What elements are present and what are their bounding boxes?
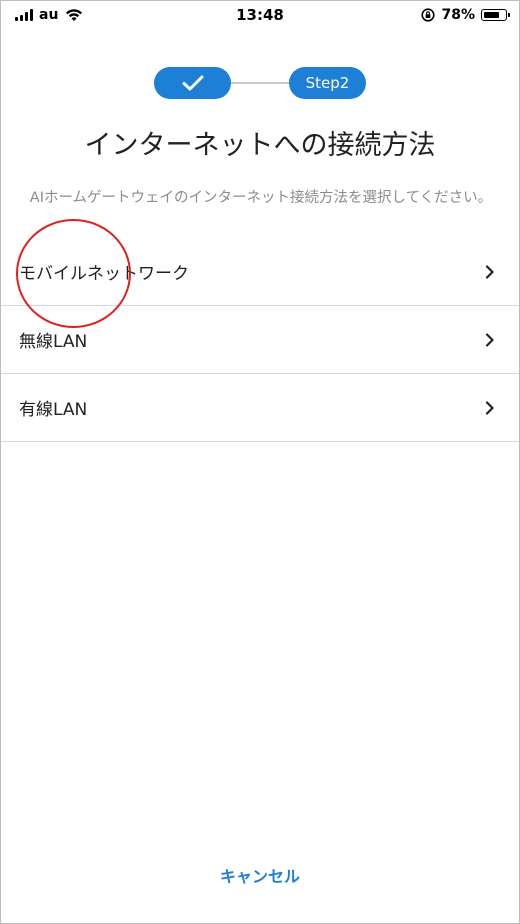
battery-level-fill (483, 11, 500, 18)
cancel-button[interactable]: キャンセル (1, 863, 519, 887)
chevron-right-icon (485, 332, 494, 347)
rotation-lock-icon (421, 8, 436, 22)
chevron-right-icon (485, 264, 494, 279)
checkmark-icon (182, 75, 203, 91)
page-title: インターネットへの接続方法 (84, 130, 436, 161)
status-right: 78% (421, 7, 510, 23)
chevron-right-icon (485, 400, 494, 415)
step2-pill: Step2 (289, 67, 366, 99)
page-description: AIホームゲートウェイのインターネット接続方法を選択してください。 (29, 190, 493, 206)
stepper-connector (230, 82, 290, 84)
option-wired-lan[interactable]: 有線LAN (1, 374, 519, 442)
option-mobile-network[interactable]: モバイルネットワーク (1, 238, 519, 306)
battery-icon (481, 9, 510, 21)
status-bar: au 13:48 78% (1, 1, 519, 31)
stepper: Step2 (154, 67, 366, 99)
battery-cap (508, 13, 510, 17)
connection-method-list: モバイルネットワーク 無線LAN 有線LAN (1, 238, 519, 442)
option-label: 無線LAN (19, 332, 88, 352)
option-label: モバイルネットワーク (19, 264, 189, 284)
option-wireless-lan[interactable]: 無線LAN (1, 306, 519, 374)
option-label: 有線LAN (19, 400, 88, 420)
step1-completed-pill (154, 67, 231, 99)
battery-percent: 78% (441, 7, 475, 23)
